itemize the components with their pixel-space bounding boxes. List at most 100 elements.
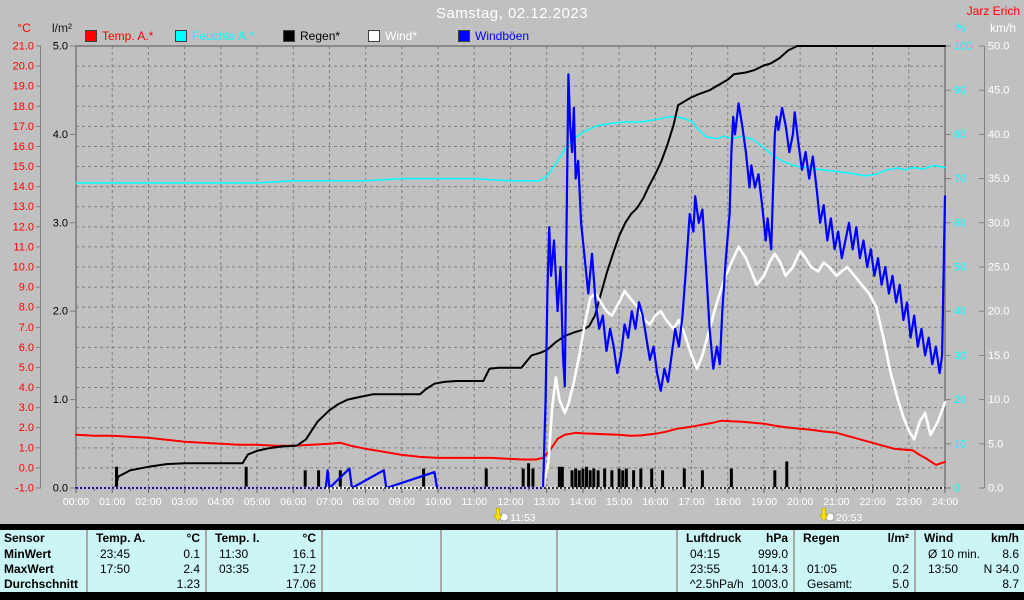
cell-value: 2.4 (183, 562, 200, 576)
temp-axis-tick-label: 0.0 (19, 462, 34, 474)
rain-axis-tick-label: 1.0 (53, 394, 68, 406)
table-cell-regen-min (795, 546, 916, 561)
cell-time: 01:05 (795, 562, 837, 576)
table-cell-regen-avg: Gesamt:5.0 (795, 576, 916, 592)
cell-time: ^2.5hPa/h (678, 577, 744, 591)
rain-rate-bar (422, 469, 425, 488)
wind-axis-tick-label: 30.0 (988, 217, 1009, 229)
cell-value: 0.1 (183, 547, 200, 561)
rain-axis-tick-label: 0.0 (53, 483, 68, 495)
rain-rate-bar (597, 470, 600, 488)
temp-axis-unit-label: °C (17, 21, 31, 35)
x-axis-label: 11:00 (462, 496, 488, 508)
wind-axis-unit-label: km/h (990, 21, 1016, 35)
rain-rate-bar (527, 463, 530, 488)
temp-axis-tick-label: 5.0 (19, 362, 34, 374)
humidity-axis-tick-label: 10 (954, 438, 966, 450)
rain-rate-bar (625, 469, 628, 488)
x-axis-label: 16:00 (642, 496, 668, 508)
weather-station-screen: Samstag, 02.12.2023 Jarz Erich Temp. A.*… (0, 0, 1024, 600)
cell-value: hPa (766, 531, 788, 545)
temp-axis-tick-label: 20.0 (13, 61, 34, 73)
cell-time: Temp. I. (207, 531, 259, 545)
table-cell-temp-a-avg: 1.23 (88, 576, 207, 592)
x-axis-label: 12:00 (497, 496, 523, 508)
cell-value: 8.6 (1002, 547, 1019, 561)
cell-value: 16.1 (293, 547, 316, 561)
rain-rate-bar (581, 469, 584, 488)
x-axis-label: 20:00 (787, 496, 813, 508)
x-axis-label: 14:00 (570, 496, 596, 508)
table-cell-temp-a-hdr: Temp. A.°C (88, 530, 207, 546)
temp-axis-tick-label: 18.0 (13, 101, 34, 113)
cell-value: 1.23 (177, 577, 200, 591)
table-cell-temp-i-max: 03:3517.2 (207, 561, 323, 576)
x-axis-label: 07:00 (316, 496, 342, 508)
rain-axis-tick-label: 5.0 (53, 41, 68, 53)
cell-time: 04:15 (678, 547, 720, 561)
table-cell-luftdruck-hdr: Luftdruck hPa (678, 530, 795, 546)
table-cell-empty-hdr (442, 530, 558, 546)
rain-rate-bar (610, 470, 613, 488)
table-row-label: Durchschnitt (0, 576, 88, 592)
x-axis-label: 03:00 (171, 496, 197, 508)
temp-axis-tick-label: 3.0 (19, 402, 34, 414)
wind-axis-tick-label: 50.0 (988, 41, 1009, 53)
cell-value: 999.0 (758, 547, 788, 561)
temp-axis-tick-label: 1.0 (19, 442, 34, 454)
cell-time: Luftdruck (678, 531, 741, 545)
table-cell-empty-avg (558, 576, 678, 592)
cell-value: 1014.3 (751, 562, 788, 576)
x-axis-label: 23:00 (896, 496, 922, 508)
cell-value: 1003.0 (751, 577, 788, 591)
wind-axis-tick-label: 45.0 (988, 85, 1009, 97)
x-axis-label: 22:00 (859, 496, 885, 508)
rain-rate-bar (571, 470, 574, 488)
table-cell-empty-avg (323, 576, 442, 592)
cell-value: 17.06 (286, 577, 316, 591)
wind-axis-tick-label: 20.0 (988, 306, 1009, 318)
x-axis-label: 18:00 (715, 496, 741, 508)
temp-axis-tick-label: 13.0 (13, 201, 34, 213)
table-cell-empty-min (323, 546, 442, 561)
rain-rate-bar (603, 469, 606, 488)
rain-rate-bar (531, 469, 534, 488)
table-cell-empty-avg (442, 576, 558, 592)
rain-rate-bar (522, 469, 525, 488)
temp-axis-tick-label: 15.0 (13, 161, 34, 173)
temp-axis-tick-label: 8.0 (19, 302, 34, 314)
rain-rate-bar (785, 461, 788, 488)
x-axis-label: 24:00 (932, 496, 958, 508)
humidity-axis-tick-label: 70 (954, 173, 966, 185)
rain-rate-bar (632, 470, 635, 488)
wind-axis-tick-label: 5.0 (988, 438, 1003, 450)
cell-value: 8.7 (1002, 577, 1019, 591)
humidity-axis-tick-label: 30 (954, 350, 966, 362)
rain-rate-bar (585, 467, 588, 488)
rain-rate-bar (683, 469, 686, 488)
x-axis-label: 15:00 (606, 496, 632, 508)
temp-axis-tick-label: 4.0 (19, 382, 34, 394)
cell-value: °C (303, 531, 316, 545)
rain-rate-bar (650, 469, 653, 488)
table-row-label: MinWert (0, 546, 88, 561)
rain-axis-tick-label: 2.0 (53, 306, 68, 318)
cell-time: 11:30 (207, 547, 248, 561)
cell-time: Temp. A. (88, 531, 145, 545)
temp-axis-tick-label: -1.0 (15, 483, 34, 495)
table-cell-empty-min (558, 546, 678, 561)
cell-time: 23:45 (88, 547, 130, 561)
humidity-axis-tick-label: 80 (954, 129, 966, 141)
table-cell-empty-min (442, 546, 558, 561)
temp-axis-tick-label: 7.0 (19, 322, 34, 334)
rain-axis-tick-label: 3.0 (53, 217, 68, 229)
rain-rate-bar (773, 470, 776, 488)
rain-rate-bar (317, 470, 320, 488)
x-axis-label: 06:00 (280, 496, 306, 508)
humidity-axis-tick-label: 20 (954, 394, 966, 406)
x-axis-label: 09:00 (389, 496, 415, 508)
rain-rate-bar (730, 469, 733, 488)
cell-value: 0.2 (892, 562, 909, 576)
temp-axis-tick-label: 6.0 (19, 342, 34, 354)
x-axis-label: 21:00 (823, 496, 849, 508)
